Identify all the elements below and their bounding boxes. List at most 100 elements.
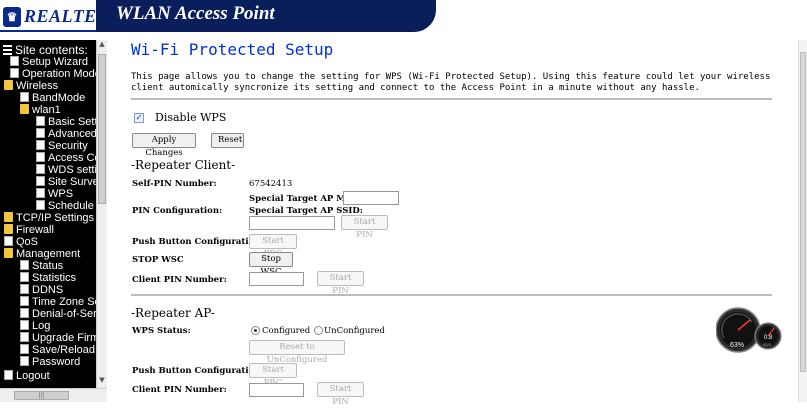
- sidebar-scroll-thumb[interactable]: [98, 54, 106, 204]
- sidebar-item-ddns[interactable]: DDNS: [20, 284, 63, 296]
- stop-wsc-button[interactable]: Stop WSC: [249, 252, 293, 277]
- ap-client-pin-input[interactable]: [249, 383, 304, 397]
- sidebar-item-label: Status: [32, 260, 64, 272]
- page-icon: [20, 356, 29, 366]
- page-icon: [20, 320, 29, 330]
- sidebar-item-label: Schedule: [48, 200, 94, 212]
- tree-root-icon: [3, 45, 12, 55]
- sidebar-item-schedule[interactable]: Schedule: [36, 200, 94, 212]
- gauge-percent: 63%: [730, 342, 744, 349]
- gauge-small-unit: KB/S: [763, 343, 772, 347]
- unconfigured-radio[interactable]: [314, 326, 323, 335]
- ap-push-button-config-label: Push Button Configuration:: [132, 366, 264, 376]
- cpu-meter-gadget: 63% 0.8 KB/S: [715, 306, 782, 356]
- sidebar-item-qos[interactable]: QoS: [4, 236, 38, 248]
- sidebar-item-firewall[interactable]: Firewall: [4, 224, 54, 236]
- sidebar-item-label: Operation Mode: [22, 68, 101, 80]
- wps-status-label: WPS Status:: [132, 326, 191, 336]
- sidebar-hscroll-thumb[interactable]: |||: [14, 391, 69, 400]
- tree-root: Site contents:: [3, 44, 88, 56]
- sidebar-vertical-scrollbar[interactable]: ▲ ▼: [96, 40, 107, 388]
- page-vertical-scrollbar[interactable]: [798, 40, 807, 402]
- folder-icon: [4, 248, 13, 258]
- ap-start-pbc-button[interactable]: Start PBC: [249, 363, 297, 388]
- banner: WLAN Access Point: [96, 0, 436, 32]
- sidebar-item-operation-mode[interactable]: Operation Mode: [10, 68, 101, 80]
- page-icon: [36, 188, 45, 198]
- sidebar-item-save-reload-set[interactable]: Save/Reload Set: [20, 344, 107, 356]
- sidebar-item-wlan1[interactable]: wlan1: [20, 104, 61, 116]
- sidebar-item-label: Firewall: [16, 224, 54, 236]
- realtek-logo: ♛ REALTEK: [0, 0, 109, 32]
- sidebar-item-label: Management: [16, 248, 81, 260]
- page-icon: [36, 128, 45, 138]
- sidebar: Site contents: Setup Wizard Operation Mod…: [0, 40, 107, 402]
- disable-wps-label: Disable WPS: [155, 111, 227, 124]
- sidebar-item-statistics[interactable]: Statistics: [20, 272, 76, 284]
- page-icon: [10, 56, 19, 66]
- sidebar-item-denial-of-service[interactable]: Denial-of-Service: [20, 308, 107, 320]
- gauge-icon: 63% 0.8 KB/S: [715, 307, 782, 353]
- sidebar-item-label: QoS: [16, 236, 39, 248]
- intro-text: This page allows you to change the setti…: [131, 72, 771, 93]
- page-icon: [36, 164, 45, 174]
- sidebar-item-upgrade-firmwa[interactable]: Upgrade Firmwa: [20, 332, 107, 344]
- apply-changes-button[interactable]: Apply Changes: [132, 133, 196, 158]
- page-icon: [20, 92, 29, 102]
- sidebar-item-label: Wireless: [16, 80, 59, 92]
- sidebar-item-label: BandMode: [32, 92, 86, 104]
- sidebar-item-site-survey[interactable]: Site Survey: [36, 176, 104, 188]
- sidebar-item-security[interactable]: Security: [36, 140, 88, 152]
- page-icon: [36, 200, 45, 210]
- client-start-pin-button[interactable]: Start PIN: [317, 271, 364, 296]
- configured-radio[interactable]: [251, 326, 260, 335]
- header: ♛ REALTEK WLAN Access Point: [0, 0, 807, 32]
- ap-start-pin-button[interactable]: Start PIN: [317, 382, 364, 407]
- client-pin-input[interactable]: [249, 272, 304, 286]
- sidebar-item-logout[interactable]: Logout: [4, 370, 50, 382]
- page-icon: [20, 332, 29, 342]
- sidebar-item-label: Logout: [16, 370, 50, 382]
- main-content: Wi-Fi Protected Setup This page allows y…: [108, 32, 798, 407]
- pin-config-label: PIN Configuration:: [132, 206, 223, 216]
- target-mac-input[interactable]: [343, 191, 399, 205]
- sidebar-item-label: Statistics: [32, 272, 77, 284]
- stop-wsc-label: STOP WSC: [132, 255, 184, 265]
- sidebar-item-status[interactable]: Status: [20, 260, 63, 272]
- page-icon: [20, 260, 29, 270]
- sidebar-horizontal-scrollbar[interactable]: |||: [0, 388, 107, 402]
- sidebar-item-password[interactable]: Password: [20, 356, 80, 368]
- sidebar-item-log[interactable]: Log: [20, 320, 50, 332]
- sidebar-item-bandmode[interactable]: BandMode: [20, 92, 85, 104]
- push-button-config-label: Push Button Configuration:: [132, 237, 264, 247]
- sidebar-item-label: Security: [48, 140, 88, 152]
- gauge-small-value: 0.8: [764, 335, 773, 341]
- unconfigured-label: UnConfigured: [324, 326, 385, 336]
- folder-icon: [20, 104, 29, 114]
- sidebar-item-time-zone-settin[interactable]: Time Zone Settin: [20, 296, 107, 308]
- page-icon: [20, 308, 29, 318]
- reset-to-unconfigured-button[interactable]: Reset to UnConfigured: [249, 340, 345, 365]
- disable-wps-checkbox[interactable]: ✓: [134, 113, 144, 123]
- ap-client-pin-label: Client PIN Number:: [132, 385, 227, 395]
- folder-icon: [4, 224, 13, 234]
- page-scroll-thumb[interactable]: [800, 52, 806, 372]
- sidebar-item-wireless[interactable]: Wireless: [4, 80, 58, 92]
- page-title: Wi-Fi Protected Setup: [131, 40, 334, 59]
- reset-button[interactable]: Reset: [211, 133, 244, 148]
- page-icon: [4, 370, 13, 380]
- page-icon: [36, 152, 45, 162]
- target-ssid-input[interactable]: [249, 216, 335, 230]
- sidebar-item-management[interactable]: Management: [4, 248, 80, 260]
- repeater-ap-heading: -Repeater AP-: [131, 306, 215, 320]
- sidebar-item-tcp-ip-settings[interactable]: TCP/IP Settings: [4, 212, 94, 224]
- sidebar-item-wps[interactable]: WPS: [36, 188, 73, 200]
- sidebar-item-label: Setup Wizard: [22, 56, 89, 68]
- start-pbc-button[interactable]: Start PBC: [249, 234, 297, 259]
- self-pin-value: 67542413: [249, 179, 293, 189]
- sidebar-item-setup-wizard[interactable]: Setup Wizard: [10, 56, 88, 68]
- start-pin-button[interactable]: Start PIN: [341, 215, 388, 240]
- site-tree: Site contents: Setup Wizard Operation Mod…: [0, 40, 107, 388]
- page-icon: [36, 140, 45, 150]
- client-pin-label: Client PIN Number:: [132, 275, 227, 285]
